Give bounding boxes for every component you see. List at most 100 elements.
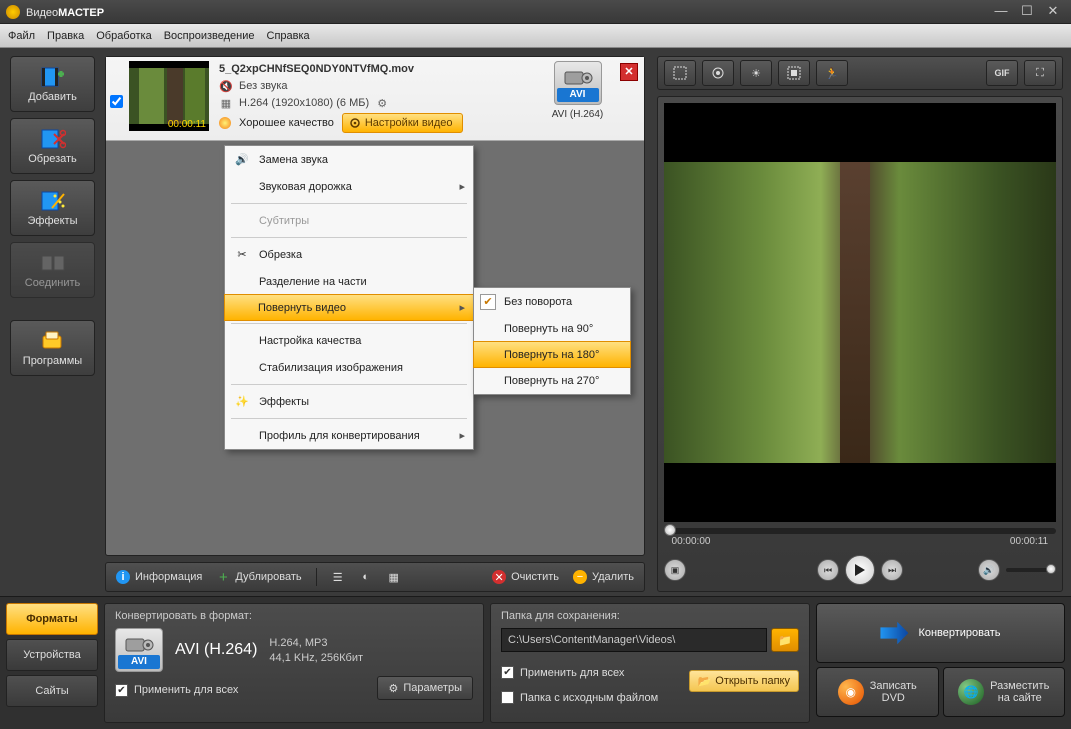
- menu-edit[interactable]: Правка: [47, 30, 84, 42]
- ctx-stabilize[interactable]: Стабилизация изображения: [225, 354, 473, 381]
- snapshot-button[interactable]: ▣: [664, 559, 686, 581]
- apply-all-format[interactable]: ✔Применить для всех: [115, 684, 238, 697]
- file-row[interactable]: 00:00:11 5_Q2xpCHNfSEQ0NDY0NTVfMQ.mov 🔇Б…: [106, 57, 644, 141]
- menu-process[interactable]: Обработка: [96, 30, 151, 42]
- frame-button[interactable]: [778, 60, 810, 86]
- left-sidebar: Добавить Обрезать Эффекты Соединить Про: [0, 48, 105, 596]
- crop-icon: ✂: [231, 244, 253, 266]
- duration-label: 00:00:11: [168, 119, 206, 130]
- same-folder-check[interactable]: Папка с исходным файлом: [501, 691, 658, 704]
- view-grid-button[interactable]: ▦: [387, 570, 401, 584]
- preview-frame: 00:00:00 00:00:11 ▣ ⏮ ⏭ 🔊: [657, 96, 1063, 592]
- duplicate-icon: +: [216, 570, 230, 584]
- preview-panel: ☀ 🏃 GIF ⛶ 00:00:00 00:00:11 ▣ ⏮ ⏭: [651, 48, 1071, 596]
- settings-small-icon[interactable]: ⚙: [375, 96, 389, 110]
- play-button[interactable]: [845, 555, 875, 585]
- camcorder-icon: [563, 66, 593, 88]
- fullscreen-button[interactable]: ⛶: [1024, 60, 1056, 86]
- prev-button[interactable]: ⏮: [817, 559, 839, 581]
- check-icon: ✔: [480, 294, 496, 310]
- apply-all-save[interactable]: ✔Применить для всех: [501, 666, 658, 679]
- clear-button[interactable]: ✕Очистить: [492, 570, 559, 584]
- volume-button[interactable]: 🔊: [978, 559, 1000, 581]
- programs-label: Программы: [23, 355, 82, 367]
- tab-formats[interactable]: Форматы: [6, 603, 98, 635]
- action-column: Конвертировать ◉ ЗаписатьDVD 🌐 Разместит…: [816, 603, 1065, 723]
- file-checkbox[interactable]: [110, 95, 123, 108]
- convert-button[interactable]: Конвертировать: [816, 603, 1065, 663]
- target-format[interactable]: AVI AVI (H.264): [545, 61, 610, 120]
- ctx-crop[interactable]: ✂ Обрезка: [225, 241, 473, 268]
- brightness-button[interactable]: ☀: [740, 60, 772, 86]
- save-path-input[interactable]: C:\Users\ContentManager\Videos\: [501, 628, 767, 652]
- info-button[interactable]: iИнформация: [116, 570, 202, 584]
- add-button[interactable]: Добавить: [10, 56, 95, 112]
- rotate-none[interactable]: ✔ Без поворота: [474, 288, 630, 315]
- list-toolbar: iИнформация +Дублировать ☰ ◐ ▦ ✕Очистить…: [105, 562, 645, 592]
- info-icon: i: [116, 570, 130, 584]
- tab-devices[interactable]: Устройства: [6, 639, 98, 671]
- minimize-button[interactable]: —: [989, 3, 1013, 21]
- seek-bar[interactable]: [664, 528, 1056, 534]
- burn-dvd-button[interactable]: ◉ ЗаписатьDVD: [816, 667, 939, 717]
- speed-button[interactable]: 🏃: [816, 60, 848, 86]
- format-codec-line: H.264, MP3: [269, 637, 363, 649]
- app-logo-icon: [6, 5, 20, 19]
- menu-help[interactable]: Справка: [267, 30, 310, 42]
- rotate-270[interactable]: Повернуть на 270°: [474, 367, 630, 394]
- ctx-audio-track[interactable]: Звуковая дорожка: [225, 173, 473, 200]
- ctx-quality[interactable]: Настройка качества: [225, 327, 473, 354]
- effects-label: Эффекты: [27, 215, 77, 227]
- publish-web-button[interactable]: 🌐 Разместитьна сайте: [943, 667, 1066, 717]
- format-audio-line: 44,1 KHz, 256Кбит: [269, 652, 363, 664]
- browse-button[interactable]: 📁: [771, 628, 799, 652]
- crop-tool-button[interactable]: [664, 60, 696, 86]
- join-button[interactable]: Соединить: [10, 242, 95, 298]
- format-icon-button[interactable]: AVI: [115, 628, 163, 672]
- ctx-rotate[interactable]: Повернуть видео: [224, 294, 474, 321]
- rotate-180[interactable]: Повернуть на 180°: [473, 341, 631, 368]
- convert-arrow-icon: [880, 619, 908, 647]
- folder-icon: 📁: [778, 634, 792, 647]
- toggle-icon: ◐: [359, 570, 373, 584]
- parameters-button[interactable]: ⚙Параметры: [377, 676, 473, 700]
- tab-sites[interactable]: Сайты: [6, 675, 98, 707]
- ctx-split[interactable]: Разделение на части: [225, 268, 473, 295]
- video-preview[interactable]: [664, 103, 1056, 522]
- close-button[interactable]: ✕: [1041, 3, 1065, 21]
- programs-button[interactable]: Программы: [10, 320, 95, 376]
- rotate-90[interactable]: Повернуть на 90°: [474, 315, 630, 342]
- view-toggle[interactable]: ◐: [359, 570, 373, 584]
- video-settings-button[interactable]: Настройки видео: [342, 113, 464, 133]
- effects-button[interactable]: Эффекты: [10, 180, 95, 236]
- remove-file-button[interactable]: ✕: [620, 63, 638, 81]
- mute-icon: 🔇: [219, 79, 233, 93]
- menu-playback[interactable]: Воспроизведение: [164, 30, 255, 42]
- file-thumbnail[interactable]: 00:00:11: [129, 61, 209, 131]
- cut-button[interactable]: Обрезать: [10, 118, 95, 174]
- format-panel-title: Конвертировать в формат:: [115, 610, 473, 622]
- fx-icon: ✨: [231, 391, 253, 413]
- ctx-subtitles: Субтитры: [225, 207, 473, 234]
- context-menu: 🔊 Замена звука Звуковая дорожка Субтитры…: [224, 145, 474, 450]
- ctx-profile[interactable]: Профиль для конвертирования: [225, 422, 473, 449]
- delete-button[interactable]: −Удалить: [573, 570, 634, 584]
- file-list: 00:00:11 5_Q2xpCHNfSEQ0NDY0NTVfMQ.mov 🔇Б…: [105, 56, 645, 556]
- codec-icon: ▦: [219, 96, 233, 110]
- ctx-effects[interactable]: ✨ Эффекты: [225, 388, 473, 415]
- open-folder-button[interactable]: 📂Открыть папку: [689, 670, 799, 692]
- add-label: Добавить: [28, 91, 77, 103]
- duplicate-button[interactable]: +Дублировать: [216, 570, 301, 584]
- cut-label: Обрезать: [28, 153, 77, 165]
- enhance-button[interactable]: [702, 60, 734, 86]
- ctx-replace-audio[interactable]: 🔊 Замена звука: [225, 146, 473, 173]
- maximize-button[interactable]: ☐: [1015, 3, 1039, 21]
- gif-button[interactable]: GIF: [986, 60, 1018, 86]
- menu-file[interactable]: Файл: [8, 30, 35, 42]
- audio-replace-icon: 🔊: [231, 149, 253, 171]
- view-list-button[interactable]: ☰: [331, 570, 345, 584]
- next-button[interactable]: ⏭: [881, 559, 903, 581]
- quality-bullet-icon: [219, 117, 231, 129]
- volume-slider[interactable]: [1006, 568, 1056, 572]
- save-panel: Папка для сохранения: C:\Users\ContentMa…: [490, 603, 810, 723]
